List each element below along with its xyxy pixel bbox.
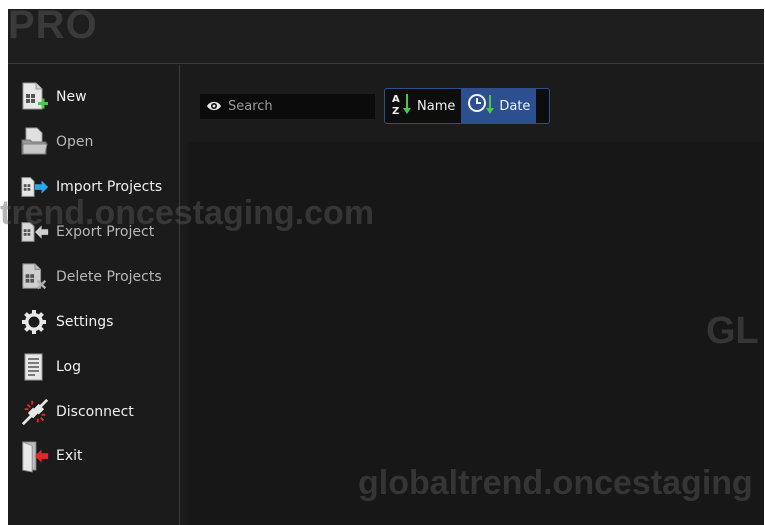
import-icon <box>20 170 50 204</box>
sidebar-item-label: Exit <box>56 448 83 464</box>
sidebar-item-label: Import Projects <box>56 179 163 195</box>
eye-icon <box>206 97 222 116</box>
sort-by-date-button[interactable]: Date <box>461 89 537 123</box>
sidebar-menu: New Open Import Projects Export Project … <box>8 65 180 525</box>
sidebar-item-label: Settings <box>56 314 114 330</box>
project-list-area <box>188 142 764 525</box>
sort-toggle-group: A Z Name Date <box>384 88 550 124</box>
disconnect-icon <box>20 395 50 429</box>
exit-door-icon <box>20 439 50 473</box>
sidebar-item-log[interactable]: Log <box>20 347 81 387</box>
svg-text:Z: Z <box>392 106 399 117</box>
sort-name-label: Name <box>417 98 456 114</box>
sidebar-item-exit[interactable]: Exit <box>20 436 83 476</box>
main-panel: A Z Name Date <box>188 65 764 525</box>
delete-icon <box>20 260 50 294</box>
new-project-icon <box>20 80 50 114</box>
sidebar-item-delete-projects[interactable]: Delete Projects <box>20 257 162 297</box>
sidebar-item-export-project[interactable]: Export Project <box>20 212 154 252</box>
brand-logo: PRO <box>8 9 98 47</box>
sidebar-item-label: Delete Projects <box>56 269 162 285</box>
sort-clock-icon <box>467 91 495 121</box>
open-folder-icon <box>20 125 50 159</box>
search-input[interactable] <box>228 99 368 114</box>
svg-text:A: A <box>392 94 400 105</box>
sidebar-item-label: Export Project <box>56 224 155 240</box>
search-box[interactable] <box>200 94 375 119</box>
sidebar-item-open[interactable]: Open <box>20 122 93 162</box>
sidebar-item-label: Disconnect <box>56 404 134 420</box>
sort-date-label: Date <box>499 98 531 114</box>
sidebar-item-label: New <box>56 89 87 105</box>
export-icon <box>20 215 50 249</box>
log-icon <box>20 350 50 384</box>
sidebar-item-settings[interactable]: Settings <box>20 302 113 342</box>
title-bar: PRO <box>8 9 764 64</box>
app-window: PRO New Open Import Projects Export Proj… <box>8 9 764 525</box>
sort-alpha-icon: A Z <box>391 91 413 121</box>
sort-by-name-button[interactable]: A Z Name <box>385 89 461 123</box>
sidebar-item-disconnect[interactable]: Disconnect <box>20 392 134 432</box>
sidebar-item-import-projects[interactable]: Import Projects <box>20 167 162 207</box>
gear-icon <box>20 305 50 339</box>
sidebar-item-label: Log <box>56 359 82 375</box>
sidebar-item-label: Open <box>56 134 94 150</box>
sidebar-item-new[interactable]: New <box>20 77 87 117</box>
